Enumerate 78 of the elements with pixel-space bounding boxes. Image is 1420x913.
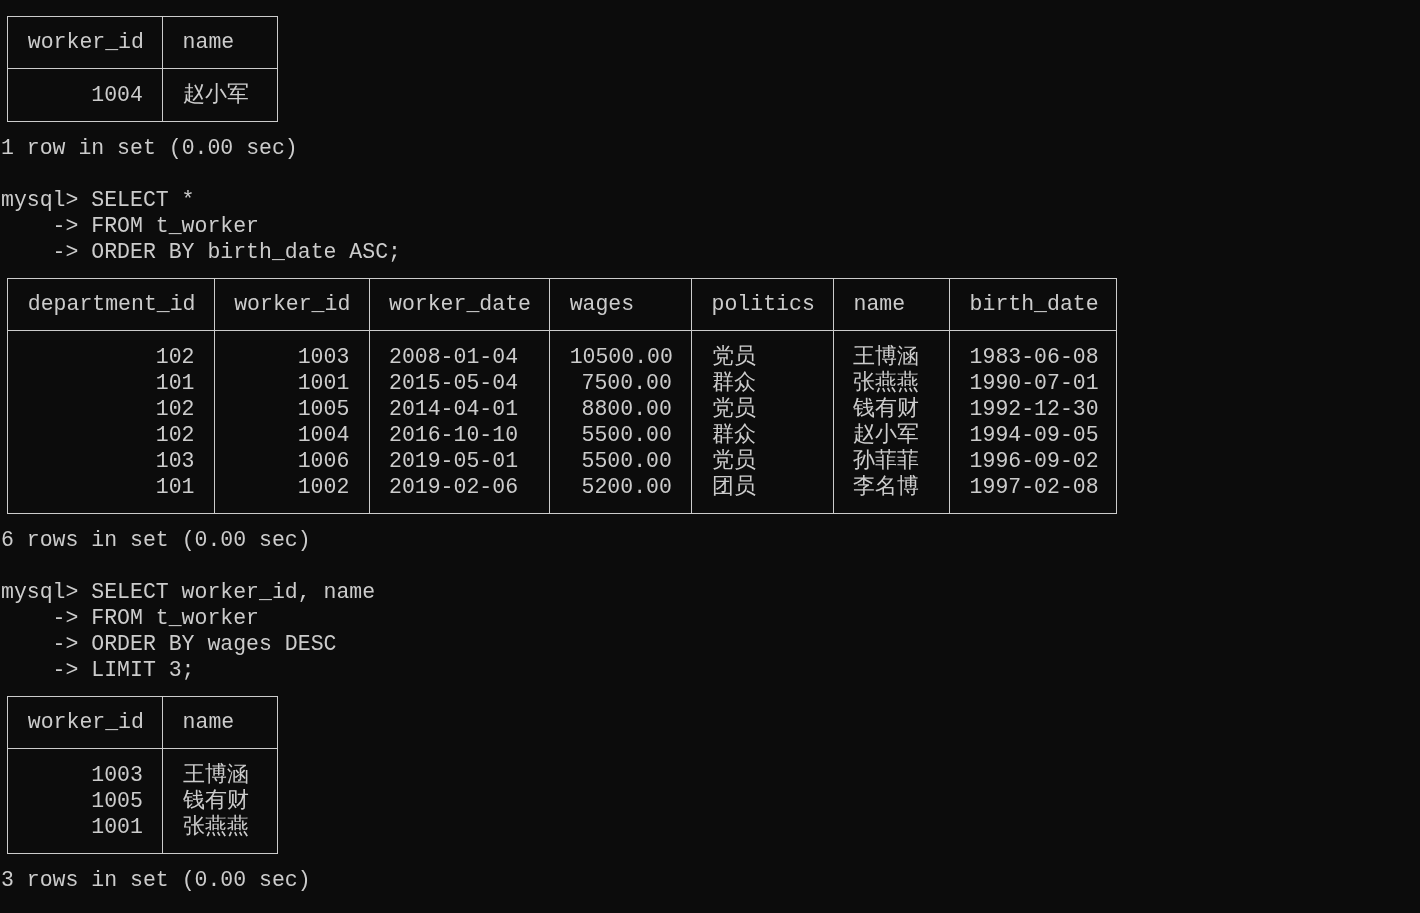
result-summary: 6 rows in set (0.00 sec)	[1, 527, 312, 553]
table-cell: 李名博	[833, 474, 950, 513]
table-cell: 1983-06-08	[949, 331, 1117, 370]
command-text: FROM t_worker	[91, 605, 260, 631]
table-cell: 10500.00	[549, 331, 692, 370]
column-header: wages	[549, 279, 692, 331]
table-cell: 1001	[213, 370, 369, 396]
table-cell: 103	[7, 448, 214, 474]
table-cell: 孙菲菲	[833, 448, 950, 474]
table-cell: 2008-01-04	[368, 331, 550, 370]
table-cell: 1003	[7, 749, 163, 788]
table-cell: 2016-10-10	[368, 422, 550, 448]
table-cell: 5200.00	[549, 474, 692, 513]
table-cell: 王博涵	[162, 749, 279, 788]
command-text: ORDER BY wages DESC	[91, 631, 337, 657]
table-cell: 团员	[691, 474, 834, 513]
table-cell: 5500.00	[549, 422, 692, 448]
table-cell: 1005	[213, 396, 369, 422]
table-cell: 102	[7, 422, 214, 448]
command-text: FROM t_worker	[91, 213, 260, 239]
table-cell: 1992-12-30	[949, 396, 1117, 422]
table-cell: 张燕燕	[162, 814, 279, 853]
table-cell: 1003	[213, 331, 369, 370]
prompt-label: mysql>	[1, 579, 79, 605]
table-cell: 5500.00	[549, 448, 692, 474]
column-header: name	[162, 697, 279, 749]
column-header: worker_id	[213, 279, 369, 331]
prompt-label: ->	[51, 239, 79, 265]
table-cell: 党员	[691, 448, 834, 474]
column-header: politics	[691, 279, 834, 331]
table-cell: 1004	[213, 422, 369, 448]
prompt-label: ->	[51, 605, 79, 631]
table-cell: 2019-05-01	[368, 448, 550, 474]
table-cell: 钱有财	[162, 788, 279, 814]
command-text: LIMIT 3;	[91, 657, 195, 683]
table-cell: 钱有财	[833, 396, 950, 422]
command-text: SELECT *	[91, 187, 195, 213]
table-cell: 1006	[213, 448, 369, 474]
table-cell: 1997-02-08	[949, 474, 1117, 513]
table-cell: 102	[7, 396, 214, 422]
column-header: worker_id	[7, 17, 163, 69]
command-text: ORDER BY birth_date ASC;	[91, 239, 401, 265]
table-cell: 党员	[691, 396, 834, 422]
table-cell: 1990-07-01	[949, 370, 1117, 396]
prompt-label: ->	[51, 631, 79, 657]
table-cell: 1004	[7, 69, 163, 121]
table-cell: 101	[7, 370, 214, 396]
table-cell: 101	[7, 474, 214, 513]
table-cell: 2014-04-01	[368, 396, 550, 422]
table-cell: 1001	[7, 814, 163, 853]
column-header: name	[833, 279, 950, 331]
result-summary: 3 rows in set (0.00 sec)	[1, 867, 312, 893]
column-header: worker_id	[7, 697, 163, 749]
table-cell: 1005	[7, 788, 163, 814]
table-cell: 7500.00	[549, 370, 692, 396]
table-cell: 赵小军	[162, 69, 279, 121]
prompt-label: mysql>	[1, 187, 79, 213]
column-header: name	[162, 17, 279, 69]
column-header: worker_date	[368, 279, 550, 331]
column-header: department_id	[7, 279, 214, 331]
table-cell: 赵小军	[833, 422, 950, 448]
table-cell: 群众	[691, 370, 834, 396]
result-summary: 1 row in set (0.00 sec)	[1, 135, 299, 161]
prompt-label: ->	[51, 657, 79, 683]
table-cell: 党员	[691, 331, 834, 370]
table-cell: 8800.00	[549, 396, 692, 422]
column-header: birth_date	[949, 279, 1117, 331]
table-cell: 群众	[691, 422, 834, 448]
table-cell: 2015-05-04	[368, 370, 550, 396]
table-cell: 张燕燕	[833, 370, 950, 396]
table-cell: 102	[7, 331, 214, 370]
table-cell: 1996-09-02	[949, 448, 1117, 474]
prompt-label: ->	[51, 213, 79, 239]
table-cell: 2019-02-06	[368, 474, 550, 513]
table-cell: 王博涵	[833, 331, 950, 370]
table-cell: 1994-09-05	[949, 422, 1117, 448]
table-cell: 1002	[213, 474, 369, 513]
command-text: SELECT worker_id, name	[91, 579, 376, 605]
